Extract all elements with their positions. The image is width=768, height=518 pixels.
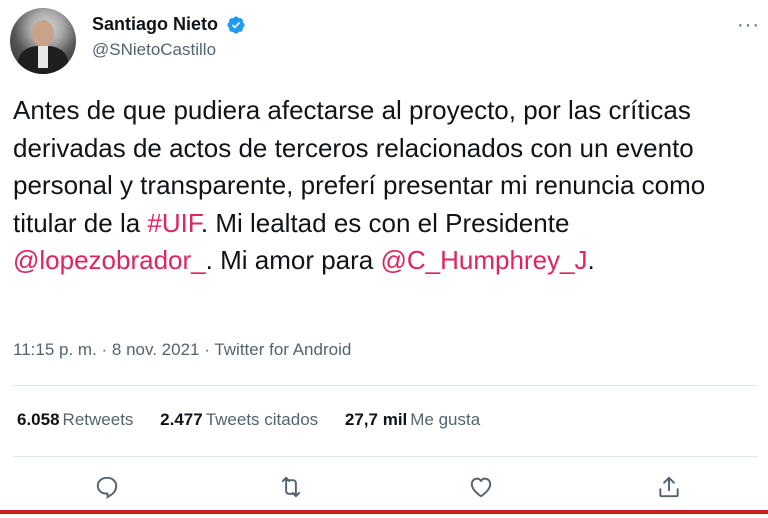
meta-separator: ·	[199, 340, 215, 359]
tweet-header: Santiago Nieto @SNietoCastillo ···	[10, 8, 768, 74]
author-display-name[interactable]: Santiago Nieto	[92, 14, 218, 35]
tweet-source[interactable]: Twitter for Android	[214, 340, 351, 359]
action-bar	[0, 470, 768, 510]
retweet-icon[interactable]	[278, 474, 308, 504]
tweet-time[interactable]: 11:15 p. m.	[13, 340, 97, 359]
tweet-text-segment: . Mi amor para	[205, 245, 381, 275]
tweet-stats: 6.058 Retweets 2.477 Tweets citados 27,7 m…	[17, 410, 502, 430]
likes-label: Me gusta	[410, 410, 481, 429]
tweet-text-segment: . Mi lealtad es con el Presidente	[200, 207, 570, 238]
reply-icon[interactable]	[94, 474, 124, 504]
retweets-label: Retweets	[62, 410, 134, 429]
avatar[interactable]	[10, 8, 76, 74]
quotes-label: Tweets citados	[205, 410, 319, 429]
more-icon[interactable]: ···	[737, 14, 760, 37]
tweet-card: Santiago Nieto @SNietoCastillo ··· Antes…	[0, 0, 768, 518]
verified-icon	[226, 15, 246, 35]
divider	[13, 456, 758, 457]
mention-link[interactable]: @lopezobrador_	[13, 245, 206, 275]
quotes-stat[interactable]: 2.477 Tweets citados	[160, 410, 318, 430]
tweet-text-segment: .	[587, 245, 595, 275]
retweets-stat[interactable]: 6.058 Retweets	[17, 410, 133, 430]
quotes-count: 2.477	[160, 410, 203, 429]
retweets-count: 6.058	[17, 410, 60, 429]
meta-separator: ·	[96, 340, 112, 359]
bottom-border	[0, 510, 768, 514]
hashtag-link[interactable]: #UIF	[147, 208, 200, 238]
tweet-meta: 11:15 p. m. · 8 nov. 2021 · Twitter for …	[13, 340, 351, 360]
like-icon[interactable]	[468, 474, 498, 504]
divider	[13, 385, 758, 386]
likes-stat[interactable]: 27,7 mil Me gusta	[345, 410, 480, 430]
mention-link[interactable]: @C_Humphrey_J	[380, 245, 587, 275]
author-info: Santiago Nieto @SNietoCastillo	[92, 14, 246, 60]
tweet-text: Antes de que pudiera afectarse al proyec…	[13, 92, 758, 280]
tweet-date[interactable]: 8 nov. 2021	[112, 340, 200, 359]
author-handle[interactable]: @SNietoCastillo	[92, 40, 246, 60]
share-icon[interactable]	[656, 474, 686, 504]
likes-count: 27,7 mil	[344, 410, 408, 429]
